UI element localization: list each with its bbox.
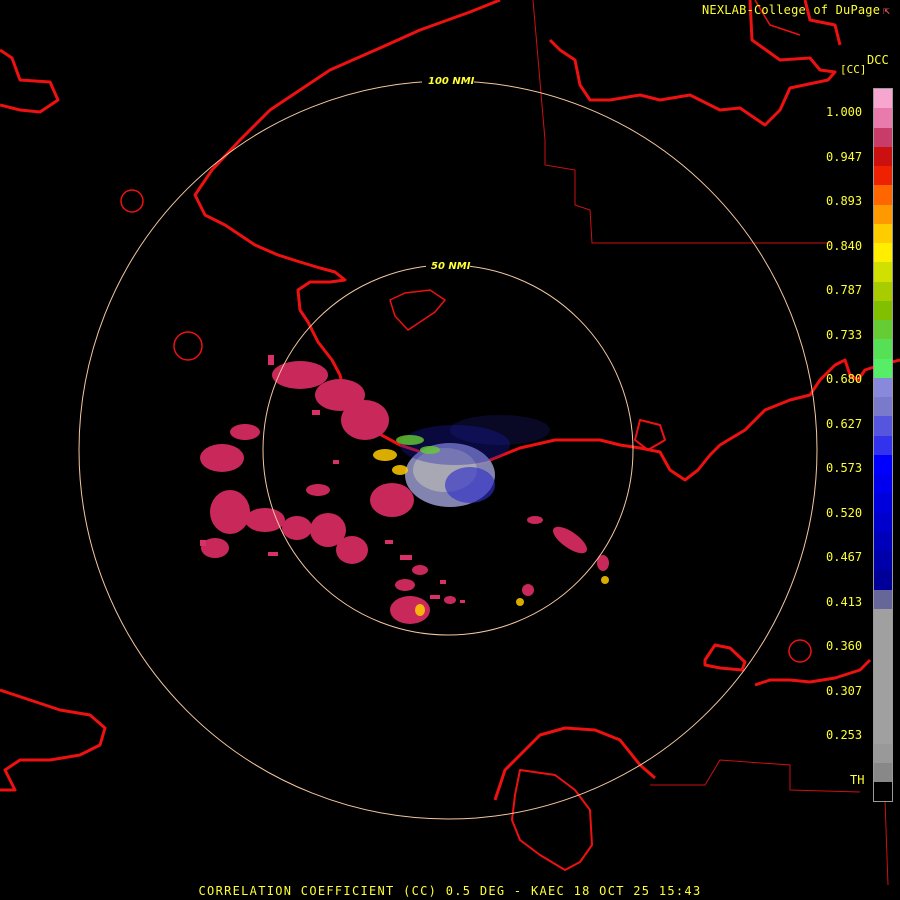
scale-swatch [874, 320, 892, 340]
scale-swatch [874, 166, 892, 186]
scale-swatch [874, 262, 892, 282]
radar-screen: 100 NMI 50 NMI NEXLAB-College of DuPage ⇱… [0, 0, 900, 900]
clear-air-returns [400, 415, 550, 507]
scale-swatch [874, 705, 892, 725]
scale-swatch [874, 204, 892, 224]
scale-swatch [874, 666, 892, 686]
ring-label-100: 100 NMI [428, 76, 475, 87]
scale-tick-label: 0.733 [826, 327, 863, 342]
scale-swatch [874, 185, 892, 205]
scale-swatch [874, 243, 892, 263]
scale-swatch [874, 339, 892, 359]
scale-swatch [874, 743, 892, 763]
radar-map: 100 NMI 50 NMI [0, 0, 900, 886]
scale-swatch [874, 474, 892, 494]
scale-swatch [874, 281, 892, 301]
scale-swatch [874, 647, 892, 667]
scale-tick-label: 0.520 [826, 505, 863, 520]
credit-text: NEXLAB-College of DuPage [701, 3, 881, 17]
scale-tick-label: 0.787 [826, 283, 863, 297]
scale-tick-label: 0.840 [826, 238, 863, 253]
scale-tick-label: 0.893 [826, 194, 863, 208]
scale-tick-label: 0.360 [826, 639, 863, 653]
scale-swatch [874, 512, 892, 532]
scale-swatch [874, 589, 892, 609]
scale-swatch [874, 358, 892, 378]
scale-swatch [874, 377, 892, 397]
product-unit: [CC] [840, 63, 867, 76]
rain-echoes [200, 361, 609, 624]
scale-swatch [874, 223, 892, 243]
nexlab-logo-icon: ⇱ [883, 4, 890, 17]
scale-swatch [874, 300, 892, 320]
scale-tick-label: 0.307 [826, 683, 863, 698]
color-scale-bar [873, 88, 893, 802]
scale-tick-label: 1.000 [826, 105, 863, 119]
product-caption: CORRELATION COEFFICIENT (CC) 0.5 DEG - K… [198, 884, 702, 898]
scale-swatch [874, 685, 892, 705]
scale-tick-label: 0.573 [826, 461, 863, 475]
scale-swatch [874, 397, 892, 417]
ring-label-50: 50 NMI [431, 261, 471, 272]
scale-swatch [874, 531, 892, 551]
scale-swatch [874, 551, 892, 571]
scale-tick-label: 0.467 [826, 550, 863, 564]
scale-tick-label: 0.680 [826, 372, 863, 386]
island-outlines [120, 0, 812, 663]
scale-swatch [874, 570, 892, 590]
scale-swatch [874, 108, 892, 128]
scale-tick-label: 0.627 [826, 416, 863, 431]
county-lines [532, 0, 889, 886]
credit-label: NEXLAB-College of DuPage ⇱ [702, 3, 890, 17]
scale-tick-label: 0.413 [826, 594, 863, 609]
scale-swatch [874, 146, 892, 166]
scale-swatch [874, 724, 892, 744]
scale-swatch [874, 416, 892, 436]
scale-swatch [874, 454, 892, 474]
scale-swatch [874, 628, 892, 648]
scale-swatch [874, 127, 892, 147]
scale-tick-label: TH [850, 772, 865, 787]
scale-swatch [874, 89, 892, 109]
radar-echoes [200, 355, 609, 624]
scale-swatch [874, 608, 892, 628]
scale-tick-label: 0.253 [826, 728, 863, 742]
scale-tick-label: 0.947 [826, 149, 863, 164]
product-code: DCC [867, 53, 889, 67]
scale-swatch [874, 493, 892, 513]
scale-swatch [874, 435, 892, 455]
